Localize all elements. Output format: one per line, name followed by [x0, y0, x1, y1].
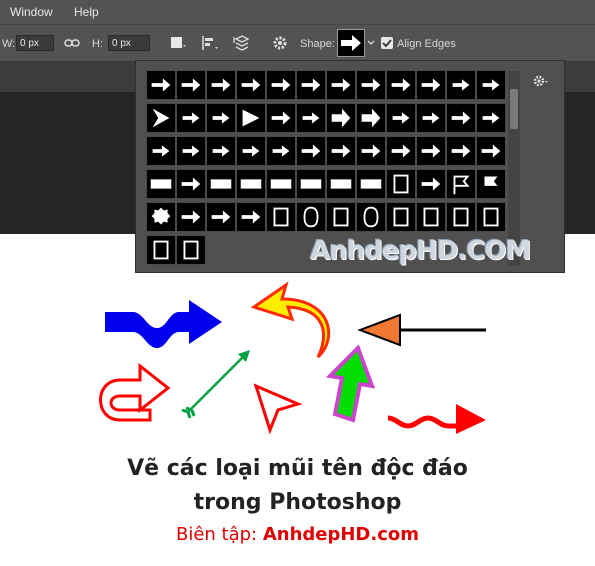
red-uturn-arrow: [99, 362, 171, 422]
yellow-curve-arrow: [250, 281, 331, 359]
blue-wave-arrow: [105, 300, 222, 348]
red-wave-arrowhead: [456, 404, 486, 434]
article-title-line2: trong Photoshop: [193, 490, 402, 515]
orange-arrowhead: [357, 313, 401, 347]
red-pointer-arrow: [253, 383, 303, 435]
green-arrow: [187, 353, 247, 413]
credit-prefix: Biên tập:: [175, 524, 263, 545]
red-wave-arrow: [387, 415, 456, 429]
credit-name: AnhdepHD.com: [262, 524, 420, 545]
article-title-line1: Vẽ các loại mũi tên độc đáo: [127, 456, 468, 481]
article-credit: Biên tập: AnhdepHD.com: [0, 524, 595, 545]
green-up-arrow: [325, 344, 376, 423]
arrow-artwork: [99, 281, 486, 435]
